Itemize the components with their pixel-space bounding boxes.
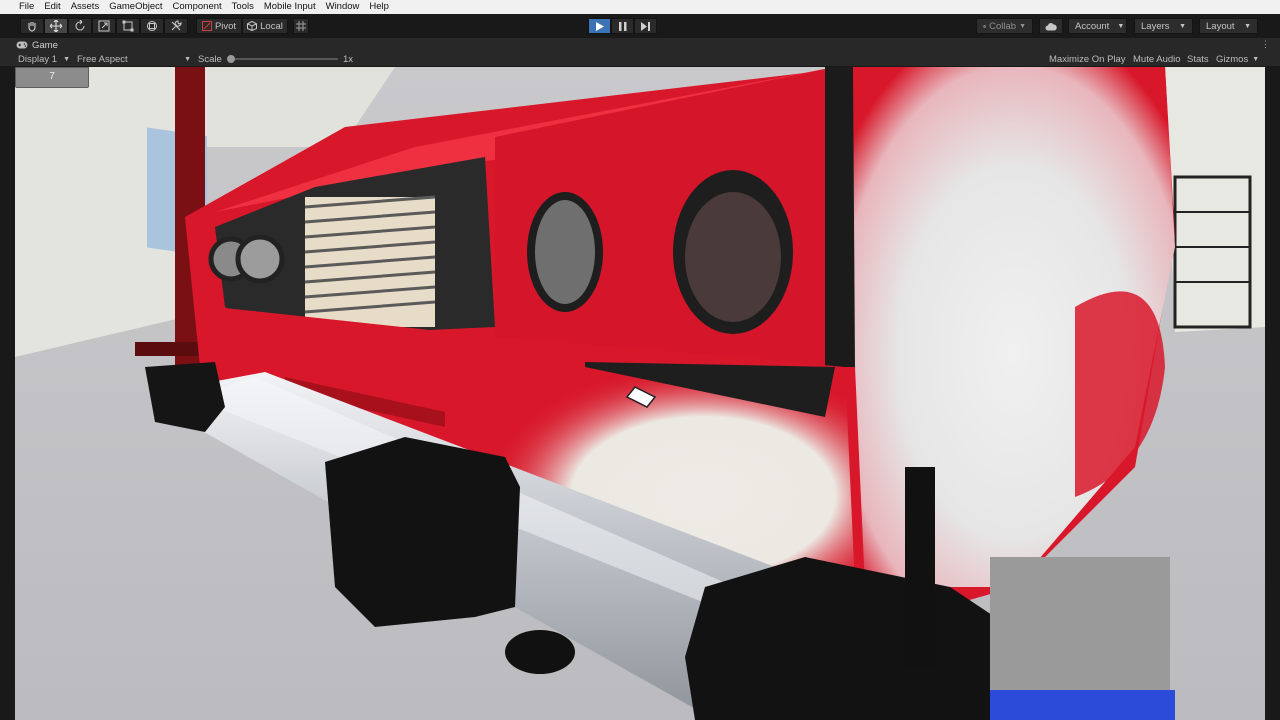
local-toggle[interactable]: Local [242, 18, 288, 34]
gizmos-dropdown[interactable]: Gizmos ▼ [1216, 52, 1259, 66]
layout-dropdown[interactable]: Layout ▼ [1199, 18, 1258, 34]
pivot-label: Pivot [214, 20, 237, 32]
menu-mobile-input[interactable]: Mobile Input [259, 0, 321, 14]
scale-label: Scale [198, 53, 222, 65]
grid-snap-button[interactable] [293, 18, 309, 34]
menu-bar: File Edit Assets GameObject Component Tools Mo… [0, 0, 1280, 14]
tab-game[interactable]: Game [16, 38, 58, 52]
game-tab-bar: Game ⋮ [0, 38, 1280, 52]
menu-component[interactable]: Component [168, 0, 227, 14]
step-icon [641, 21, 650, 31]
wrench-icon [171, 20, 182, 31]
pivot-toggle[interactable]: Pivot [196, 18, 242, 34]
menu-help[interactable]: Help [364, 0, 394, 14]
gamepad-icon [16, 41, 28, 49]
layers-label: Layers [1141, 20, 1170, 32]
aspect-dropdown[interactable]: Free Aspect ▼ [77, 52, 191, 66]
maximize-on-play-toggle[interactable]: Maximize On Play [1049, 52, 1126, 66]
move-tool-button[interactable] [44, 18, 68, 34]
scale-slider-track[interactable] [228, 58, 338, 60]
game-view-toolbar: Display 1 ▼ Free Aspect ▼ Scale 1x Maxim… [0, 52, 1280, 66]
transform-icon [147, 21, 157, 31]
menu-tools[interactable]: Tools [227, 0, 259, 14]
handle-toggles: Pivot Local [196, 18, 288, 34]
chevron-down-icon: ▼ [1252, 55, 1260, 63]
menu-window[interactable]: Window [321, 0, 365, 14]
mute-audio-toggle[interactable]: Mute Audio [1133, 52, 1181, 66]
scale-value: 1x [343, 53, 354, 65]
chevron-down-icon: ▼ [1244, 22, 1251, 30]
play-icon [595, 21, 604, 31]
game-viewport[interactable] [15, 67, 1265, 720]
layout-label: Layout [1206, 20, 1235, 32]
check-circle-icon [983, 24, 986, 28]
hand-icon [28, 22, 36, 32]
playback-controls [588, 18, 657, 34]
aspect-label: Free Aspect [77, 53, 128, 65]
menu-edit[interactable]: Edit [39, 0, 65, 14]
menu-file[interactable]: File [0, 0, 39, 14]
account-label: Account [1075, 20, 1110, 32]
collab-dropdown[interactable]: Collab ▼ [976, 18, 1033, 34]
grid-icon [296, 21, 306, 31]
chevron-down-icon: ▼ [1179, 22, 1186, 30]
play-button[interactable] [588, 18, 611, 34]
rotate-tool-button[interactable] [68, 18, 92, 34]
local-label: Local [260, 20, 283, 32]
stats-toggle[interactable]: Stats [1187, 52, 1209, 66]
tab-game-label: Game [32, 39, 58, 51]
menu-gameobject[interactable]: GameObject [104, 0, 167, 14]
display-label: Display 1 [18, 53, 58, 65]
gizmos-label: Gizmos [1216, 53, 1249, 65]
rect-icon [122, 20, 134, 32]
right-gutter [1265, 67, 1280, 720]
scale-icon [98, 20, 110, 32]
main-toolbar: Pivot Local Collab ▼ Account ▼ Layers ▼ [0, 14, 1280, 38]
cloud-button[interactable] [1039, 18, 1063, 34]
layers-dropdown[interactable]: Layers ▼ [1134, 18, 1193, 34]
display-dropdown[interactable]: Display 1 ▼ [18, 52, 70, 66]
transform-tools [20, 18, 188, 34]
cube-icon [247, 21, 258, 31]
chevron-down-icon: ▼ [1117, 22, 1125, 30]
game-scene [15, 67, 1265, 720]
chevron-down-icon: ▼ [184, 55, 191, 63]
rotate-icon [75, 20, 85, 31]
counter-badge: 7 [15, 67, 89, 88]
chevron-down-icon: ▼ [1019, 22, 1026, 30]
step-button[interactable] [634, 18, 657, 34]
chevron-down-icon: ▼ [63, 55, 71, 63]
cloud-icon [1045, 22, 1057, 30]
transform-tool-button[interactable] [140, 18, 164, 34]
pause-button[interactable] [611, 18, 634, 34]
scale-tool-button[interactable] [92, 18, 116, 34]
pivot-icon [201, 21, 212, 31]
collab-label: Collab [989, 20, 1017, 32]
kebab-menu-icon[interactable]: ⋮ [1261, 39, 1270, 50]
left-gutter [0, 67, 15, 720]
hand-tool-button[interactable] [20, 18, 44, 34]
scale-slider-handle[interactable] [227, 55, 235, 63]
rect-tool-button[interactable] [116, 18, 140, 34]
menu-assets[interactable]: Assets [66, 0, 105, 14]
account-dropdown[interactable]: Account ▼ [1068, 18, 1127, 34]
move-icon [50, 20, 62, 32]
custom-tool-button[interactable] [164, 18, 188, 34]
pause-icon [618, 21, 626, 31]
